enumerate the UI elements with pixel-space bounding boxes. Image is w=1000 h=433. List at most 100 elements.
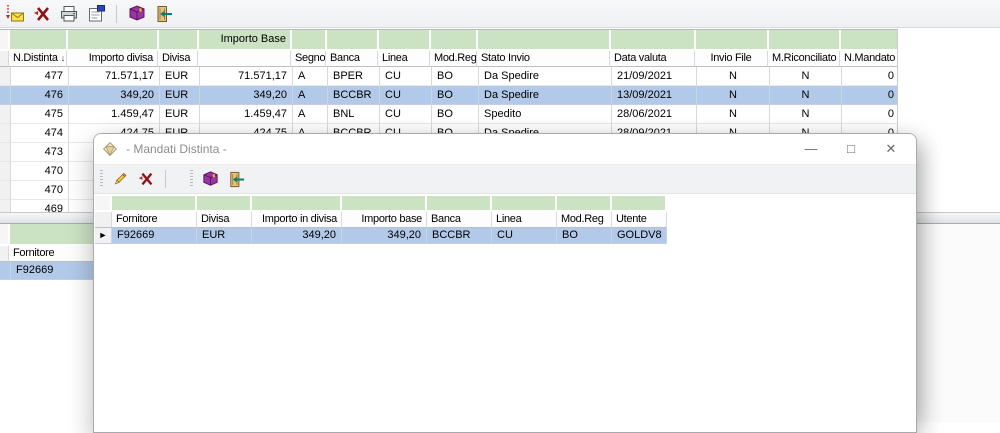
column-header-band[interactable] — [112, 196, 197, 212]
cell[interactable]: 71.571,17 — [69, 67, 160, 86]
table-row[interactable]: ►F92669EUR349,20349,20BCCBRCUBOGOLDV8 — [95, 228, 916, 244]
cell[interactable]: CU — [380, 86, 432, 105]
cell[interactable]: Spedito — [479, 105, 612, 124]
column-header-band[interactable] — [10, 224, 94, 246]
column-header[interactable]: Importo in divisa — [252, 212, 342, 228]
column-header[interactable]: Importo divisa — [67, 51, 158, 67]
row-selector[interactable] — [0, 162, 11, 181]
cell[interactable]: BNL — [328, 105, 380, 124]
column-header[interactable]: Mod.Reg — [430, 51, 477, 67]
column-header[interactable]: Divisa — [158, 51, 198, 67]
row-selector[interactable] — [0, 262, 11, 280]
help-book-icon[interactable] — [126, 3, 148, 25]
column-header[interactable]: Invio File — [695, 51, 768, 67]
cell[interactable]: BCCBR — [427, 228, 492, 244]
send-mail-icon[interactable] — [4, 3, 26, 25]
row-selector[interactable] — [0, 105, 11, 124]
cell[interactable]: 0 — [842, 105, 898, 124]
cell[interactable]: BCCBR — [328, 86, 380, 105]
cell[interactable]: 475 — [11, 105, 69, 124]
cancel-icon[interactable] — [135, 168, 157, 190]
cell[interactable]: 473 — [11, 143, 69, 162]
cell[interactable]: 13/09/2021 — [612, 86, 697, 105]
cell[interactable]: A — [293, 105, 328, 124]
column-header[interactable]: Data valuta — [610, 51, 695, 67]
column-header-band[interactable] — [612, 196, 667, 212]
cell[interactable]: N — [697, 67, 770, 86]
table-row[interactable]: 47771.571,17EUR71.571,17ABPERCUBODa Sped… — [0, 67, 897, 86]
table-row[interactable]: 476349,20EUR349,20ABCCBRCUBODa Spedire13… — [0, 86, 897, 105]
cell[interactable]: A — [293, 67, 328, 86]
cell[interactable]: BO — [432, 67, 479, 86]
cell[interactable]: N — [697, 86, 770, 105]
column-header-band[interactable] — [492, 196, 557, 212]
cell[interactable]: BO — [432, 86, 479, 105]
cell[interactable]: 28/06/2021 — [612, 105, 697, 124]
column-header[interactable]: N.Distinta↓ — [9, 51, 67, 67]
column-header-band[interactable] — [431, 30, 478, 51]
column-header[interactable]: Stato Invio — [477, 51, 610, 67]
cell[interactable]: EUR — [197, 228, 252, 244]
cell[interactable]: N — [770, 67, 842, 86]
column-header-band[interactable] — [159, 30, 199, 51]
cell[interactable]: GOLDV8 — [612, 228, 667, 244]
properties-icon[interactable] — [85, 3, 107, 25]
cell[interactable]: 21/09/2021 — [612, 67, 697, 86]
cell[interactable]: Da Spedire — [479, 86, 612, 105]
column-header[interactable]: Fornitore — [9, 246, 94, 262]
row-selector[interactable] — [0, 86, 11, 105]
cell[interactable]: BPER — [328, 67, 380, 86]
cell[interactable]: EUR — [160, 67, 200, 86]
column-header[interactable]: Linea — [378, 51, 430, 67]
column-header-band[interactable] — [696, 30, 769, 51]
column-header[interactable]: Fornitore — [112, 212, 197, 228]
cell[interactable]: 0 — [842, 86, 898, 105]
cell[interactable]: 0 — [842, 67, 898, 86]
column-header[interactable]: M.Riconciliato — [768, 51, 840, 67]
column-header[interactable]: Utente — [612, 212, 667, 228]
dialog-titlebar[interactable]: - Mandati Distinta - — □ ✕ — [94, 134, 916, 165]
table-row[interactable]: F92669 — [0, 262, 93, 280]
column-header[interactable]: N.Mandato — [840, 51, 898, 67]
column-header-band[interactable] — [197, 196, 252, 212]
cell[interactable]: 477 — [11, 67, 69, 86]
cell[interactable]: 470 — [11, 181, 69, 200]
cell[interactable]: N — [770, 86, 842, 105]
help-book-icon[interactable] — [199, 168, 221, 190]
column-header-band[interactable] — [252, 196, 342, 212]
cell[interactable]: CU — [380, 67, 432, 86]
maximize-button[interactable]: □ — [834, 138, 868, 160]
cell[interactable]: F92669 — [11, 262, 94, 280]
column-header-band[interactable] — [478, 30, 611, 51]
column-header-band[interactable] — [379, 30, 431, 51]
cell[interactable]: Da Spedire — [479, 67, 612, 86]
current-row-arrow[interactable]: ► — [95, 228, 112, 244]
column-header-band[interactable] — [427, 196, 492, 212]
cell[interactable]: 349,20 — [69, 86, 160, 105]
cell[interactable]: 1.459,47 — [200, 105, 293, 124]
column-header[interactable]: Banca — [427, 212, 492, 228]
column-header-band[interactable] — [10, 30, 68, 51]
column-header-band[interactable] — [611, 30, 696, 51]
column-header[interactable]: Divisa — [197, 212, 252, 228]
cell[interactable]: 474 — [11, 124, 69, 143]
cell[interactable]: 71.571,17 — [200, 67, 293, 86]
group-column-header[interactable]: Importo Base — [199, 30, 292, 51]
column-header[interactable]: Banca — [326, 51, 378, 67]
column-header-band[interactable] — [557, 196, 612, 212]
row-selector[interactable] — [0, 67, 11, 86]
cell[interactable]: BO — [557, 228, 612, 244]
row-selector[interactable] — [0, 143, 11, 162]
row-selector[interactable] — [0, 124, 11, 143]
column-header-band[interactable] — [292, 30, 327, 51]
column-header[interactable]: Mod.Reg — [557, 212, 612, 228]
cell[interactable]: A — [293, 86, 328, 105]
column-header[interactable]: Linea — [492, 212, 557, 228]
cell[interactable]: 349,20 — [200, 86, 293, 105]
column-header-band[interactable] — [342, 196, 427, 212]
cell[interactable]: F92669 — [112, 228, 197, 244]
column-header[interactable]: Importo base — [342, 212, 427, 228]
cell[interactable]: 470 — [11, 162, 69, 181]
column-header-band[interactable] — [769, 30, 841, 51]
edit-pencil-icon[interactable] — [109, 168, 131, 190]
